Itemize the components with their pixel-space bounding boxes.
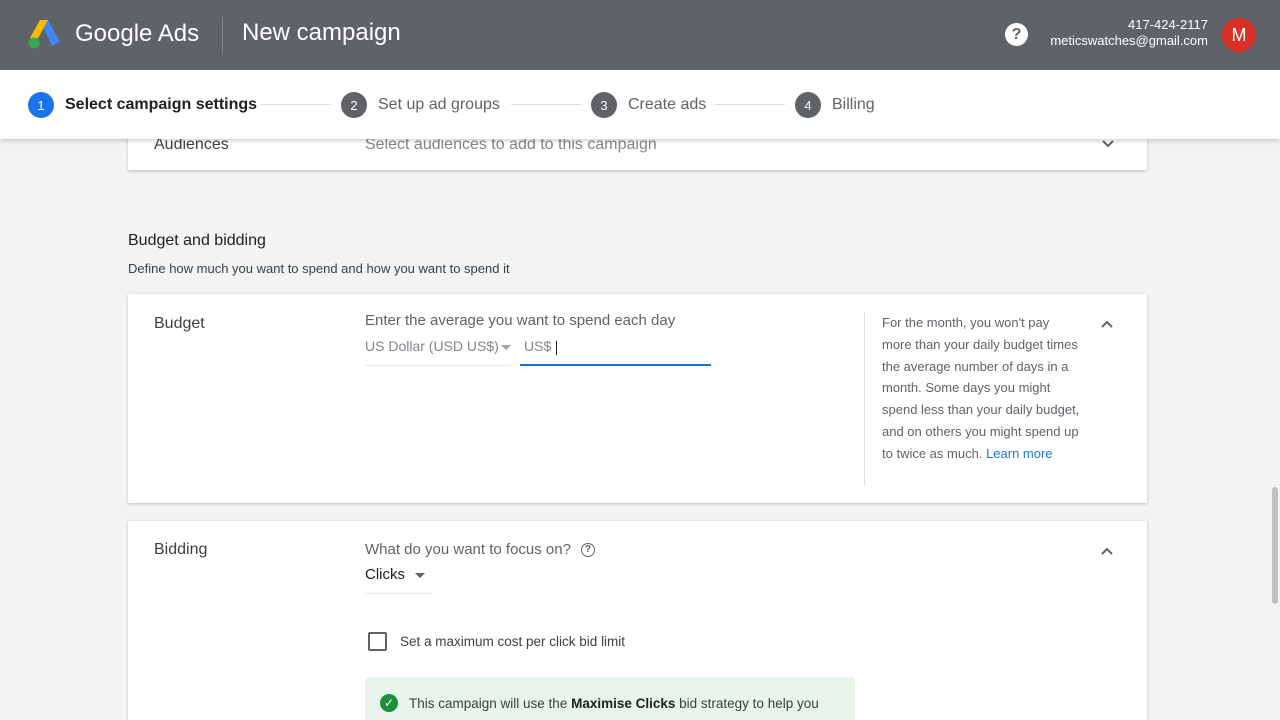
budget-divider [864,312,865,486]
scrollbar-thumb[interactable] [1272,487,1278,604]
chevron-up-icon[interactable] [1099,316,1115,332]
chevron-up-icon[interactable] [1099,543,1115,559]
step-connector [511,104,581,105]
step-label: Billing [832,96,875,113]
step-connector [261,104,331,105]
step-connector [715,104,785,105]
step-select-campaign-settings[interactable]: 1 Select campaign settings [28,92,257,118]
budget-label: Budget [154,315,205,332]
bid-strategy-info: ✓ This campaign will use the Maximise Cl… [365,677,855,720]
bidding-card: Bidding What do you want to focus on? ? … [128,521,1147,720]
step-number: 2 [341,92,367,118]
budget-prompt: Enter the average you want to spend each… [365,312,676,329]
account-info[interactable]: 417-424-2117 meticswatches@gmail.com [1050,17,1208,49]
section-subtitle: Define how much you want to spend and ho… [128,261,510,276]
focus-selected-value: Clicks [365,566,405,583]
budget-help-text: For the month, you won't pay more than y… [882,312,1082,465]
step-billing[interactable]: 4 Billing [795,92,875,118]
learn-more-link[interactable]: Learn more [986,446,1052,461]
info-suffix: bid strategy to help you [675,696,819,711]
step-label: Create ads [628,96,707,113]
dropdown-arrow-icon [501,345,511,350]
help-icon[interactable]: ? [1005,23,1028,46]
bid-strategy-text: This campaign will use the Maximise Clic… [409,696,819,711]
account-email: meticswatches@gmail.com [1050,33,1208,48]
step-number: 3 [591,92,617,118]
question-help-icon[interactable]: ? [580,542,595,557]
avatar[interactable]: M [1222,18,1256,52]
brand-name[interactable]: Google Ads [75,20,199,48]
page-title: New campaign [242,19,401,46]
account-phone: 417-424-2117 [1128,17,1208,32]
currency-selected-value: US Dollar (USD US$) [365,338,499,354]
max-cpc-option[interactable]: Set a maximum cost per click bid limit [368,632,625,651]
step-create-ads[interactable]: 3 Create ads [591,92,706,118]
campaign-stepper: 1 Select campaign settings 2 Set up ad g… [0,70,1280,139]
daily-budget-input[interactable] [554,336,704,360]
step-number: 4 [795,92,821,118]
step-set-up-ad-groups[interactable]: 2 Set up ad groups [341,92,500,118]
budget-card: Budget Enter the average you want to spe… [128,294,1147,503]
budget-help-body: For the month, you won't pay more than y… [882,315,1080,461]
step-label: Set up ad groups [378,96,500,113]
info-prefix: This campaign will use the [409,696,572,711]
step-number: 1 [28,92,54,118]
google-ads-logo-icon[interactable] [26,18,62,50]
check-circle-icon: ✓ [380,694,398,712]
max-cpc-label[interactable]: Set a maximum cost per click bid limit [400,634,625,649]
daily-budget-field[interactable]: US$ [520,336,711,366]
currency-select[interactable]: US Dollar (USD US$) [365,338,511,366]
max-cpc-checkbox[interactable] [368,632,387,651]
dropdown-arrow-icon [415,573,425,578]
top-app-bar: Google Ads New campaign ? 417-424-2117 m… [0,0,1280,70]
text-cursor-icon [556,341,558,355]
header-divider [222,17,223,53]
focus-select[interactable]: Clicks [365,566,433,594]
currency-prefix: US$ [524,338,552,354]
focus-question: What do you want to focus on? ? [365,541,595,558]
section-title: Budget and bidding [128,232,266,249]
focus-question-text: What do you want to focus on? [365,541,571,558]
bidding-label: Bidding [154,541,208,558]
info-strategy: Maximise Clicks [571,696,676,711]
step-label: Select campaign settings [65,96,258,113]
